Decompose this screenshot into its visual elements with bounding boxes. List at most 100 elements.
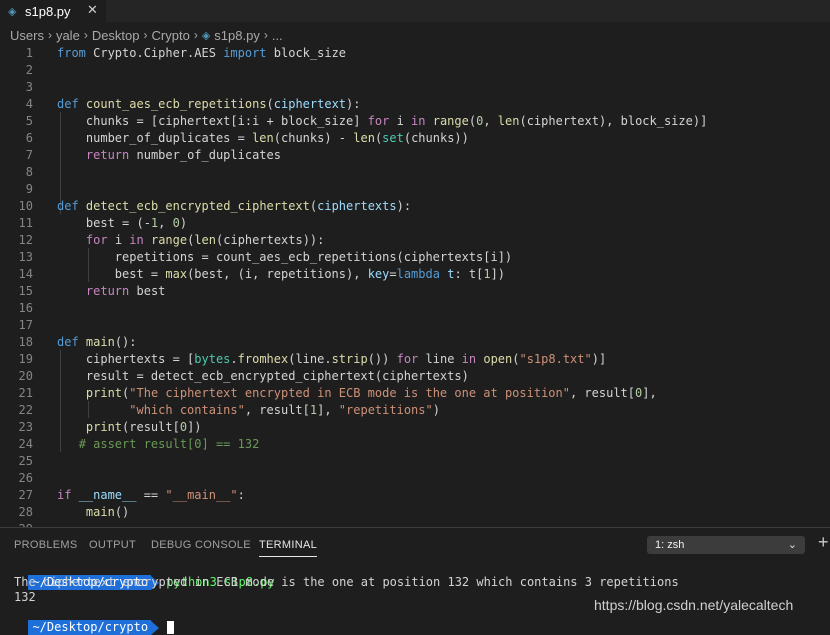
- code-text: best = (-1, 0): [57, 215, 187, 232]
- code-text: from Crypto.Cipher.AES import block_size: [57, 45, 346, 62]
- tab-filename: s1p8.py: [25, 3, 71, 19]
- code-token: in: [461, 352, 477, 366]
- code-token: len: [194, 233, 217, 247]
- breadcrumb: Users › yale › Desktop › Crypto › ◈ s1p8…: [10, 26, 283, 44]
- code-token: return: [85, 148, 130, 162]
- code-token: best = (-: [57, 216, 151, 230]
- line-number: 6: [25, 131, 33, 145]
- watermark: https://blog.csdn.net/yalecaltech: [594, 597, 794, 613]
- code-text: def main():: [57, 334, 137, 351]
- code-token: def: [57, 199, 79, 213]
- code-token: chunks = [ciphertext[i:i + block_size]: [57, 114, 368, 128]
- line-number: 25: [18, 454, 33, 468]
- code-token: "s1p8.txt": [519, 352, 592, 366]
- code-token: ],: [317, 403, 339, 417]
- breadcrumb-file[interactable]: s1p8.py: [214, 28, 260, 43]
- code-token: key: [367, 267, 390, 281]
- code-token: "which contains": [129, 403, 245, 417]
- tab-s1p8[interactable]: ◈ s1p8.py ✕: [0, 0, 106, 22]
- code-text: def count_aes_ecb_repetitions(ciphertext…: [57, 96, 360, 113]
- code-text: "which contains", result[1], "repetition…: [57, 402, 440, 419]
- code-token: 0: [172, 216, 180, 230]
- line-number: 27: [18, 488, 33, 502]
- code-editor[interactable]: 1 from Crypto.Cipher.AES import block_siz…: [0, 44, 830, 527]
- breadcrumb-crypto[interactable]: Crypto: [152, 28, 190, 43]
- code-text: print("The ciphertext encrypted in ECB m…: [57, 385, 657, 402]
- line-number: 11: [18, 216, 33, 230]
- code-token: strip: [331, 352, 368, 366]
- code-token: )]: [591, 352, 607, 366]
- code-token: ],: [642, 386, 657, 400]
- code-text: number_of_duplicates = len(chunks) - len…: [57, 130, 469, 147]
- code-token: line: [418, 352, 462, 366]
- close-icon[interactable]: ✕: [87, 2, 98, 18]
- code-token: ,: [483, 114, 498, 128]
- code-token: (line.: [288, 352, 332, 366]
- code-token: best: [129, 284, 166, 298]
- code-token: open: [483, 352, 513, 366]
- tab-output[interactable]: OUTPUT: [89, 539, 136, 551]
- tab-terminal[interactable]: TERMINAL: [259, 539, 318, 557]
- code-token: set: [382, 131, 404, 145]
- line-number: 9: [25, 182, 33, 196]
- code-token: from: [57, 46, 86, 60]
- code-token: for: [396, 352, 419, 366]
- code-token: len: [353, 131, 375, 145]
- code-token: number_of_duplicates =: [57, 131, 253, 145]
- code-token: lambda: [396, 267, 440, 281]
- terminal-line-prompt[interactable]: ~/Desktop/crypto: [14, 605, 175, 635]
- code-token: 0: [179, 420, 188, 434]
- line-number: 8: [25, 165, 33, 179]
- code-token: ):: [396, 199, 412, 213]
- code-text: return number_of_duplicates: [57, 147, 281, 164]
- code-token: (result[: [122, 420, 180, 434]
- add-terminal-icon[interactable]: +: [818, 532, 829, 553]
- code-token: =: [389, 267, 397, 281]
- line-number: 24: [18, 437, 33, 451]
- code-text: result = detect_ecb_encrypted_ciphertext…: [57, 368, 469, 385]
- breadcrumb-yale[interactable]: yale: [56, 28, 80, 43]
- code-text: if __name__ == "__main__":: [57, 487, 245, 504]
- code-token: best =: [57, 267, 166, 281]
- code-token: range: [150, 233, 188, 247]
- chevron-right-icon: ›: [143, 28, 148, 42]
- python-icon: ◈: [201, 29, 211, 42]
- terminal-output-line: 132: [14, 590, 36, 604]
- line-number: 14: [18, 267, 33, 281]
- line-number: 26: [18, 471, 33, 485]
- line-number: 15: [18, 284, 33, 298]
- chevron-right-icon: ›: [193, 28, 198, 42]
- breadcrumb-desktop[interactable]: Desktop: [92, 28, 140, 43]
- chevron-right-icon: ›: [47, 28, 52, 42]
- code-token: Crypto.Cipher.AES: [85, 46, 224, 60]
- code-token: # assert result[0] == 132: [78, 437, 260, 451]
- line-number: 1: [25, 46, 33, 60]
- code-token: "__main__": [165, 488, 238, 502]
- code-token: result = detect_ecb_encrypted_ciphertext…: [57, 369, 469, 383]
- tab-bar: ◈ s1p8.py ✕: [0, 0, 830, 22]
- code-token: fromhex: [237, 352, 289, 366]
- code-token: ,: [158, 216, 173, 230]
- code-token: ciphertexts = [: [57, 352, 195, 366]
- terminal-line-command: ~/Desktop/crypto python3 s1p8.py: [14, 560, 275, 590]
- code-token: main: [85, 505, 115, 519]
- code-token: :: [237, 488, 245, 502]
- code-token: ): [179, 216, 188, 230]
- terminal-cursor: [167, 621, 175, 634]
- code-token: ]): [490, 267, 506, 281]
- shell-select[interactable]: 1: zsh ⌄: [647, 536, 805, 554]
- breadcrumb-users[interactable]: Users: [10, 28, 44, 43]
- tab-debug-console[interactable]: DEBUG CONSOLE: [151, 539, 251, 551]
- code-token: detect_ecb_encrypted_ciphertext: [85, 199, 310, 213]
- code-token: return: [85, 284, 130, 298]
- code-token: (): [114, 505, 130, 519]
- code-token: (: [266, 97, 274, 111]
- code-token: (ciphertexts)):: [216, 233, 325, 247]
- tab-problems[interactable]: PROBLEMS: [14, 539, 78, 551]
- code-token: import: [223, 46, 267, 60]
- breadcrumb-symbol[interactable]: ...: [272, 28, 283, 43]
- code-token: def: [57, 97, 79, 111]
